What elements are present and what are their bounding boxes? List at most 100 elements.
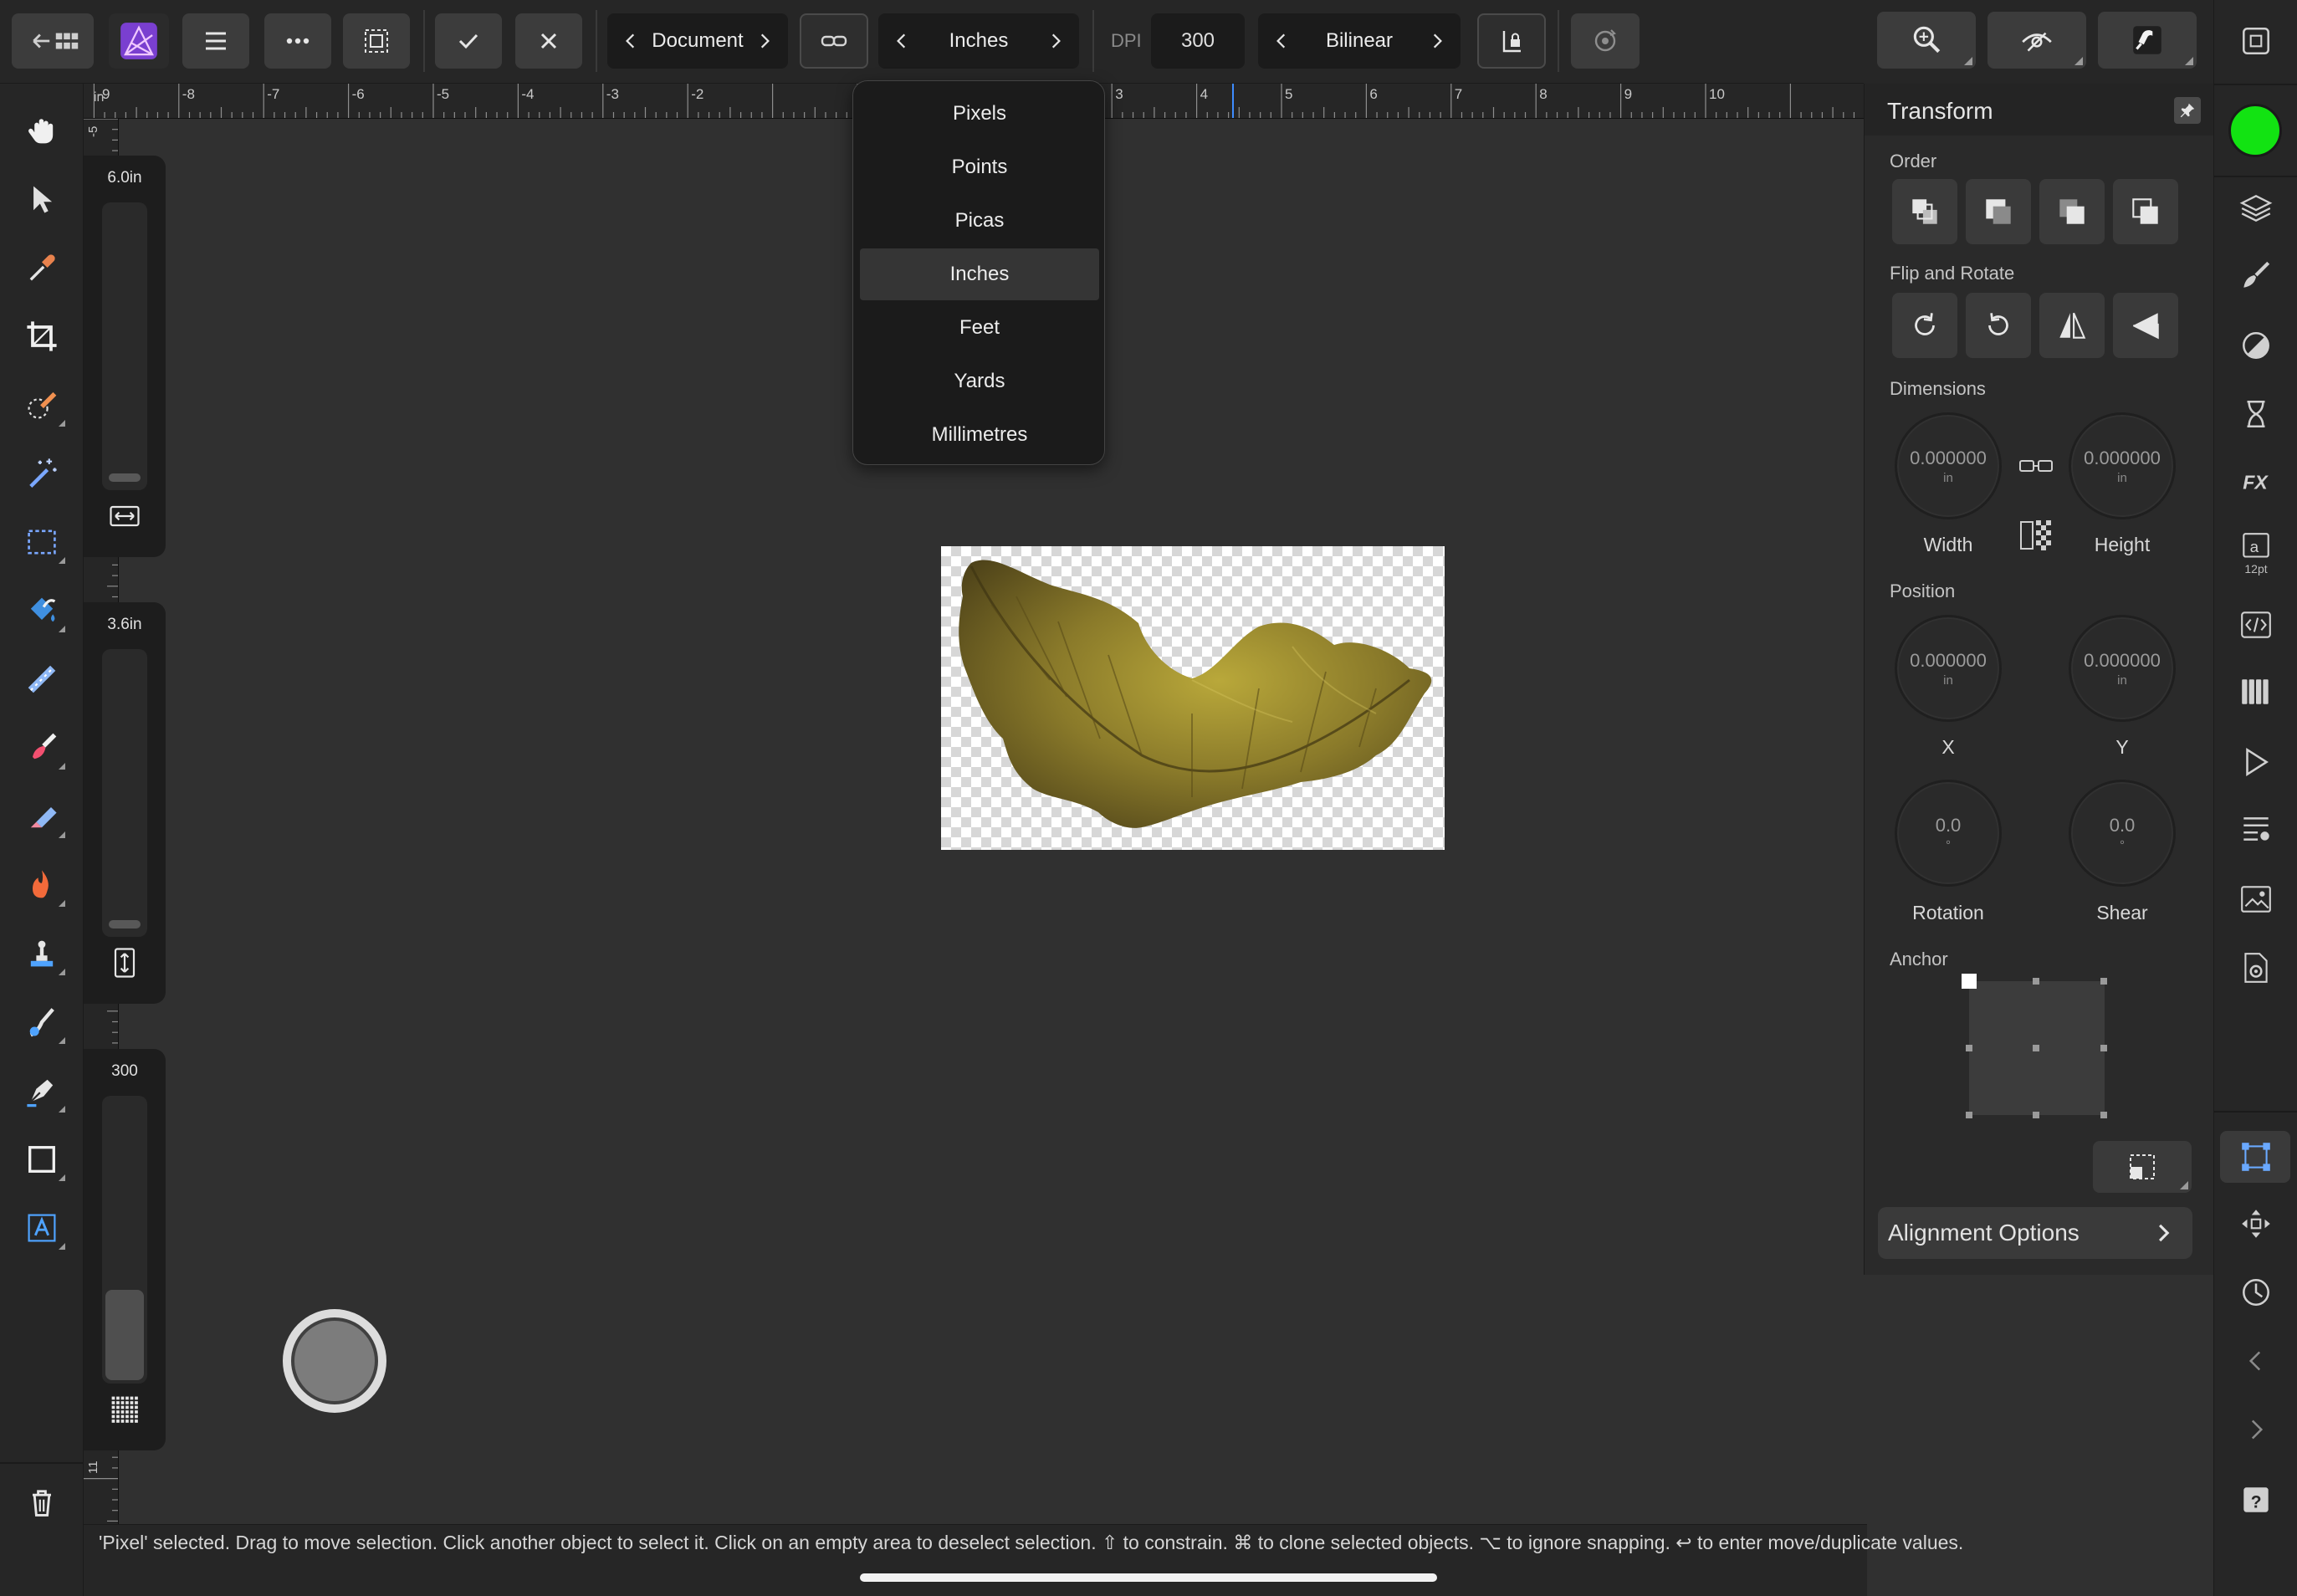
- y-dial[interactable]: 0.000000 in: [2069, 615, 2176, 722]
- hand-tool[interactable]: [18, 107, 65, 154]
- chevron-right-icon[interactable]: [1425, 29, 1449, 53]
- units-option-millimetres[interactable]: Millimetres: [860, 409, 1099, 461]
- units-option-inches[interactable]: Inches: [860, 248, 1099, 300]
- move-to-front-button[interactable]: [2113, 179, 2178, 244]
- lock-button[interactable]: [1477, 13, 1546, 69]
- adjustments-studio-button[interactable]: [2237, 326, 2275, 365]
- chevron-left-icon[interactable]: [619, 29, 642, 53]
- document-settings-button[interactable]: [2237, 949, 2275, 987]
- units-stepper[interactable]: Inches: [878, 13, 1079, 69]
- chevron-left-icon[interactable]: [890, 29, 913, 53]
- color-swatch[interactable]: [2228, 104, 2282, 157]
- scope-stepper[interactable]: Document: [607, 13, 788, 69]
- x-dial[interactable]: 0.000000 in: [1895, 615, 2002, 722]
- move-studio-button[interactable]: [2237, 1205, 2275, 1243]
- reset-button[interactable]: [1571, 13, 1640, 69]
- rotate-anticlockwise-button[interactable]: [1966, 293, 2031, 358]
- alignment-options-button[interactable]: Alignment Options: [1878, 1207, 2192, 1259]
- more-button[interactable]: [264, 13, 331, 69]
- leaf-image-layer[interactable]: [941, 546, 1445, 850]
- back-to-home-button[interactable]: [12, 13, 94, 69]
- flood-fill-tool[interactable]: [18, 587, 65, 634]
- swatches-studio-button[interactable]: [2237, 673, 2275, 711]
- redo-button[interactable]: [2237, 1410, 2275, 1449]
- width-dial[interactable]: 0.000000 in: [1895, 412, 2002, 519]
- anchor-bottom-left[interactable]: [1966, 1112, 1972, 1118]
- move-back-one-button[interactable]: [1966, 179, 2031, 244]
- marquee-tool[interactable]: [18, 519, 65, 565]
- dpi-field[interactable]: 300: [1151, 13, 1245, 69]
- flip-horizontal-button[interactable]: [2039, 293, 2105, 358]
- zoom-button[interactable]: [1877, 12, 1976, 69]
- home-indicator[interactable]: [860, 1573, 1437, 1582]
- dpi-slider-fill[interactable]: [105, 1290, 144, 1380]
- text-tool[interactable]: [18, 1205, 65, 1251]
- anchor-middle-left[interactable]: [1966, 1045, 1972, 1051]
- shear-dial[interactable]: 0.0 °: [2069, 780, 2176, 887]
- view-mode-button[interactable]: [1987, 12, 2086, 69]
- anchor-top-right[interactable]: [2100, 978, 2107, 985]
- smudge-tool[interactable]: [18, 999, 65, 1046]
- chevron-left-icon[interactable]: [1270, 29, 1293, 53]
- toggle-fullscreen-button[interactable]: [2237, 22, 2275, 60]
- height-slider-knob[interactable]: [109, 920, 141, 928]
- history-button[interactable]: [2237, 1273, 2275, 1312]
- anchor-middle-right[interactable]: [2100, 1045, 2107, 1051]
- selection-brush-tool[interactable]: [18, 381, 65, 428]
- chevron-right-icon[interactable]: [1044, 29, 1067, 53]
- pen-tool[interactable]: [18, 1067, 65, 1114]
- selection-button[interactable]: [343, 13, 410, 69]
- pin-panel-button[interactable]: [2174, 97, 2201, 124]
- width-slider[interactable]: [102, 202, 147, 490]
- info-studio-button[interactable]: [2237, 810, 2275, 848]
- width-slider-knob[interactable]: [109, 473, 141, 482]
- lock-aspect-button[interactable]: [2018, 455, 2054, 477]
- anchor-top-left[interactable]: [1962, 974, 1977, 989]
- resample-stepper[interactable]: Bilinear: [1258, 13, 1461, 69]
- effects-studio-button[interactable]: FX: [2237, 462, 2275, 500]
- brushes-studio-button[interactable]: [2237, 256, 2275, 294]
- undo-button[interactable]: [2237, 1342, 2275, 1380]
- move-forward-one-button[interactable]: [2039, 179, 2105, 244]
- units-option-yards[interactable]: Yards: [860, 356, 1099, 407]
- link-button[interactable]: [800, 13, 868, 69]
- main-menu-button[interactable]: [182, 13, 249, 69]
- anchor-top-center[interactable]: [2033, 978, 2039, 985]
- chevron-right-icon[interactable]: [753, 29, 776, 53]
- modifier-button[interactable]: [283, 1309, 386, 1413]
- anchor-center[interactable]: [2033, 1045, 2039, 1051]
- transform-options-button[interactable]: [2093, 1141, 2192, 1193]
- units-option-picas[interactable]: Picas: [860, 195, 1099, 247]
- flip-vertical-button[interactable]: [2113, 293, 2178, 358]
- rotate-clockwise-button[interactable]: [1892, 293, 1957, 358]
- move-tool[interactable]: [18, 176, 65, 223]
- gradient-tool[interactable]: [18, 656, 65, 703]
- crop-tool[interactable]: [18, 313, 65, 360]
- app-persona-button[interactable]: [109, 13, 169, 69]
- snapping-button[interactable]: [2098, 12, 2197, 69]
- units-option-points[interactable]: Points: [860, 141, 1099, 193]
- paint-brush-tool[interactable]: [18, 724, 65, 771]
- clone-tool[interactable]: [18, 930, 65, 977]
- rotation-dial[interactable]: 0.0 °: [1895, 780, 2002, 887]
- anchor-bottom-right[interactable]: [2100, 1112, 2107, 1118]
- height-dial[interactable]: 0.000000 in: [2069, 412, 2176, 519]
- anchor-bottom-center[interactable]: [2033, 1112, 2039, 1118]
- scale-with-object-button[interactable]: [2018, 517, 2054, 554]
- burn-tool[interactable]: [18, 862, 65, 908]
- layers-studio-button[interactable]: [2237, 189, 2275, 228]
- height-slider[interactable]: [102, 649, 147, 937]
- magic-wand-tool[interactable]: [18, 450, 65, 497]
- erase-brush-tool[interactable]: [18, 793, 65, 840]
- dpi-slider[interactable]: [102, 1096, 147, 1384]
- move-to-back-button[interactable]: [1892, 179, 1957, 244]
- color-picker-tool[interactable]: [18, 244, 65, 291]
- navigator-studio-button[interactable]: [2237, 743, 2275, 781]
- units-option-feet[interactable]: Feet: [860, 302, 1099, 354]
- cancel-button[interactable]: [515, 13, 582, 69]
- delete-button[interactable]: [18, 1479, 65, 1526]
- rectangle-tool[interactable]: [18, 1136, 65, 1183]
- macros-studio-button[interactable]: [2237, 606, 2275, 644]
- transform-studio-button[interactable]: [2237, 1138, 2275, 1176]
- help-button[interactable]: ?: [2237, 1481, 2275, 1519]
